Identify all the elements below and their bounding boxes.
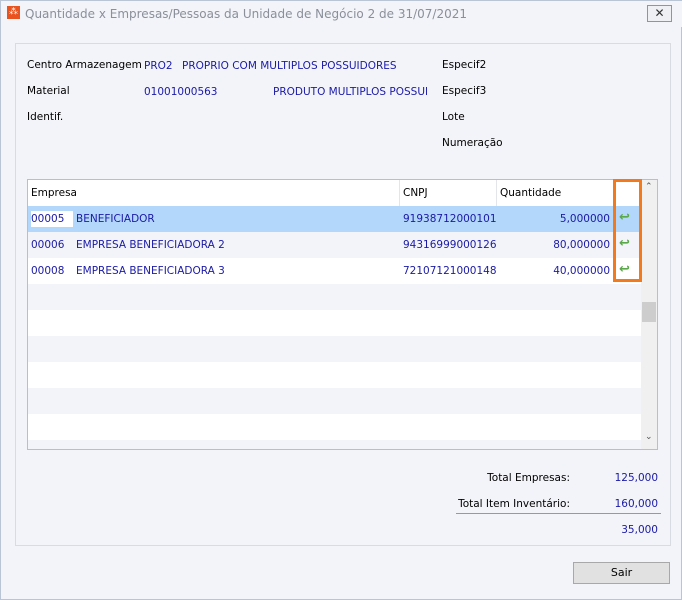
total-inventario-label: Total Item Inventário: [458, 498, 570, 510]
cnpj: 94316999000126 [403, 239, 497, 251]
close-button[interactable]: ✕ [647, 5, 672, 22]
numeracao-label: Numeração [442, 137, 503, 149]
empty-row [28, 440, 641, 449]
especif3-label: Especif3 [442, 85, 487, 97]
table-row[interactable]: 00005 BENEFICIADOR 91938712000101 5,0000… [28, 206, 641, 232]
table-row[interactable]: 00008 EMPRESA BENEFICIADORA 3 7210712100… [28, 258, 641, 284]
empresa-name: EMPRESA BENEFICIADORA 3 [76, 265, 225, 277]
centro-label: Centro Armazenagem [27, 59, 142, 71]
empresa-name: BENEFICIADOR [76, 213, 155, 225]
centro-desc: PROPRIO COM MULTIPLOS POSSUIDORES [182, 60, 397, 72]
highlight-box [613, 179, 642, 282]
vertical-scrollbar[interactable]: ⌃ ⌄ [641, 180, 657, 449]
header-empresa[interactable]: Empresa [28, 180, 400, 206]
centro-code: PRO2 [144, 60, 173, 72]
empresa-name: EMPRESA BENEFICIADORA 2 [76, 239, 225, 251]
quantidade: 80,000000 [553, 239, 610, 251]
cnpj: 91938712000101 [403, 213, 497, 225]
scrollbar-thumb[interactable] [642, 302, 656, 322]
total-empresas-label: Total Empresas: [487, 472, 570, 484]
material-label: Material [27, 85, 70, 97]
empresa-code: 00006 [31, 239, 65, 251]
cnpj: 72107121000148 [403, 265, 497, 277]
empty-row [28, 336, 641, 362]
window-title: Quantidade x Empresas/Pessoas da Unidade… [25, 7, 467, 21]
header-quantidade[interactable]: Quantidade [497, 180, 614, 206]
empty-row [28, 284, 641, 310]
quantidade: 5,000000 [559, 213, 610, 225]
empresa-code: 00008 [31, 265, 65, 277]
empty-row [28, 388, 641, 414]
header-cnpj[interactable]: CNPJ [400, 180, 497, 206]
identif-label: Identif. [27, 111, 64, 123]
title-bar: ⁂ Quantidade x Empresas/Pessoas da Unida… [1, 1, 682, 27]
lote-label: Lote [442, 111, 465, 123]
scroll-down-icon[interactable]: ⌄ [645, 432, 653, 442]
especif2-label: Especif2 [442, 59, 487, 71]
quantidade: 40,000000 [553, 265, 610, 277]
difference-value: 35,000 [621, 524, 658, 536]
material-desc: PRODUTO MULTIPLOS POSSUID [273, 86, 427, 98]
table-row[interactable]: 00006 EMPRESA BENEFICIADORA 2 9431699900… [28, 232, 641, 258]
app-logo-icon: ⁂ [7, 6, 20, 19]
total-inventario-value: 160,000 [614, 498, 658, 510]
material-code: 01001000563 [144, 86, 218, 98]
sair-button[interactable]: Sair [573, 562, 670, 584]
total-empresas-value: 125,000 [614, 472, 658, 484]
totals-divider [456, 513, 661, 514]
scroll-up-icon[interactable]: ⌃ [645, 182, 653, 192]
companies-grid: Empresa CNPJ Quantidade 00005 BENEFICIAD… [27, 179, 658, 450]
empresa-code: 00005 [31, 211, 73, 227]
